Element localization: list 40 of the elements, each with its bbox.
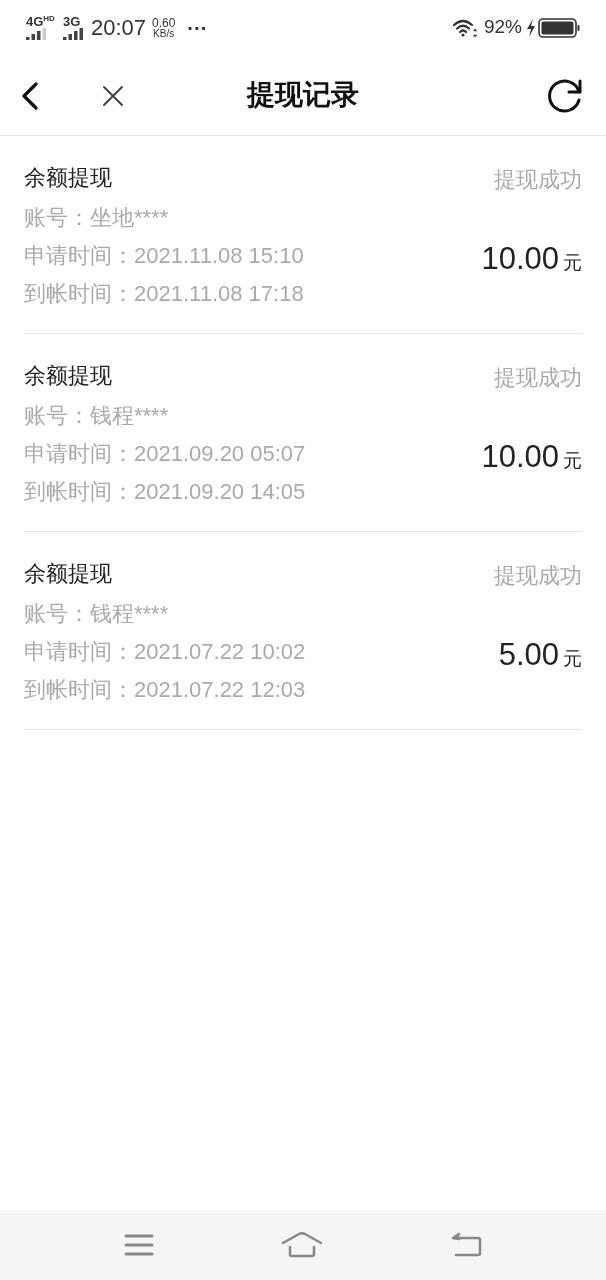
back-icon[interactable] bbox=[20, 82, 40, 110]
apply-time: 申请时间：2021.11.08 15:10 bbox=[24, 242, 304, 270]
status-text: 提现成功 bbox=[494, 364, 582, 392]
battery-icon bbox=[538, 17, 580, 38]
battery-percentage: 92% bbox=[483, 15, 522, 40]
network-hd-label: HD bbox=[43, 15, 55, 23]
signal-icon bbox=[26, 28, 48, 40]
arrival-time: 到帐时间：2021.11.08 17:18 bbox=[24, 280, 304, 308]
amount-value: 5.00 bbox=[498, 636, 559, 674]
record-type: 余额提现 bbox=[24, 560, 113, 588]
currency-unit: 元 bbox=[563, 647, 582, 671]
speed-unit: KB/s bbox=[153, 28, 175, 39]
status-text: 提现成功 bbox=[494, 562, 582, 590]
arrival-time: 到帐时间：2021.07.22 12:03 bbox=[24, 676, 306, 704]
currency-unit: 元 bbox=[563, 449, 582, 473]
more-text: ··· bbox=[187, 15, 208, 41]
menu-icon[interactable] bbox=[123, 1233, 154, 1257]
arrival-time: 到帐时间：2021.09.20 14:05 bbox=[24, 478, 306, 506]
amount-value: 10.00 bbox=[481, 438, 559, 476]
page-title: 提现记录 bbox=[247, 78, 359, 112]
charging-icon bbox=[526, 18, 536, 37]
currency-unit: 元 bbox=[563, 251, 582, 275]
network-label: 4G bbox=[26, 15, 44, 28]
clock-time: 20:07 bbox=[90, 14, 146, 42]
account-text: 账号：钱程**** bbox=[24, 402, 170, 430]
account-text: 账号：钱程**** bbox=[24, 600, 170, 628]
apply-time: 申请时间：2021.07.22 10:02 bbox=[24, 638, 306, 666]
amount-value: 10.00 bbox=[481, 240, 559, 278]
wifi-icon bbox=[451, 17, 478, 38]
account-text: 账号：坐地**** bbox=[24, 204, 170, 232]
network-label: 3G bbox=[62, 15, 81, 28]
record-type: 余额提现 bbox=[24, 164, 113, 192]
status-text: 提现成功 bbox=[494, 166, 582, 194]
apply-time: 申请时间：2021.09.20 05:07 bbox=[24, 440, 306, 468]
refresh-icon[interactable] bbox=[546, 78, 584, 114]
speed-value: 0.60 bbox=[151, 16, 176, 29]
signal-icon bbox=[62, 28, 85, 40]
home-icon[interactable] bbox=[281, 1232, 323, 1258]
close-icon[interactable] bbox=[102, 85, 124, 107]
record-type: 余额提现 bbox=[24, 362, 113, 390]
